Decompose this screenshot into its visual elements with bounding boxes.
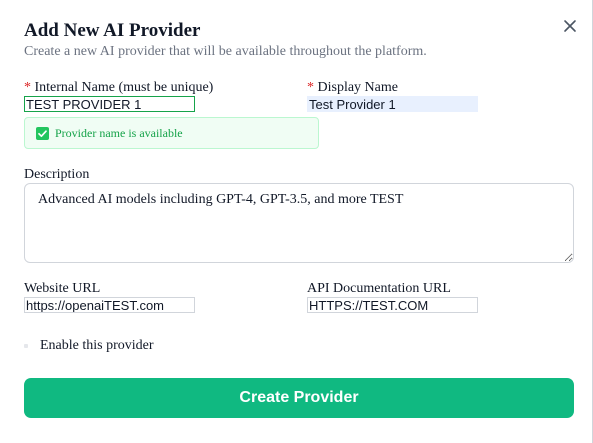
description-textarea[interactable]: Advanced AI models including GPT-4, GPT-…: [24, 183, 574, 263]
required-mark: *: [24, 80, 31, 95]
description-label: Description: [24, 167, 90, 182]
enable-provider-checkbox[interactable]: [24, 344, 28, 348]
api-docs-url-input[interactable]: [307, 297, 478, 313]
website-url-input[interactable]: [24, 297, 195, 313]
internal-name-input[interactable]: [24, 96, 195, 112]
display-name-label: * Display Name: [307, 80, 398, 96]
display-name-label-text: Display Name: [317, 80, 398, 95]
check-square-icon: [36, 127, 49, 140]
modal-subtitle: Create a new AI provider that will be av…: [24, 44, 427, 59]
close-button[interactable]: [561, 17, 579, 35]
display-name-input[interactable]: [307, 96, 478, 112]
internal-name-label: * Internal Name (must be unique): [24, 80, 213, 96]
internal-name-label-text: Internal Name (must be unique): [34, 80, 214, 95]
api-docs-url-label: API Documentation URL: [307, 281, 451, 296]
enable-provider-label[interactable]: Enable this provider: [40, 338, 154, 354]
create-provider-button[interactable]: Create Provider: [24, 378, 574, 418]
required-mark: *: [307, 80, 314, 95]
availability-notice: Provider name is available: [24, 117, 319, 149]
modal-title: Add New AI Provider: [24, 20, 201, 41]
add-provider-modal: Add New AI Provider Create a new AI prov…: [0, 0, 593, 443]
website-url-label: Website URL: [24, 281, 101, 296]
availability-message: Provider name is available: [55, 126, 183, 140]
close-icon: [561, 17, 579, 35]
